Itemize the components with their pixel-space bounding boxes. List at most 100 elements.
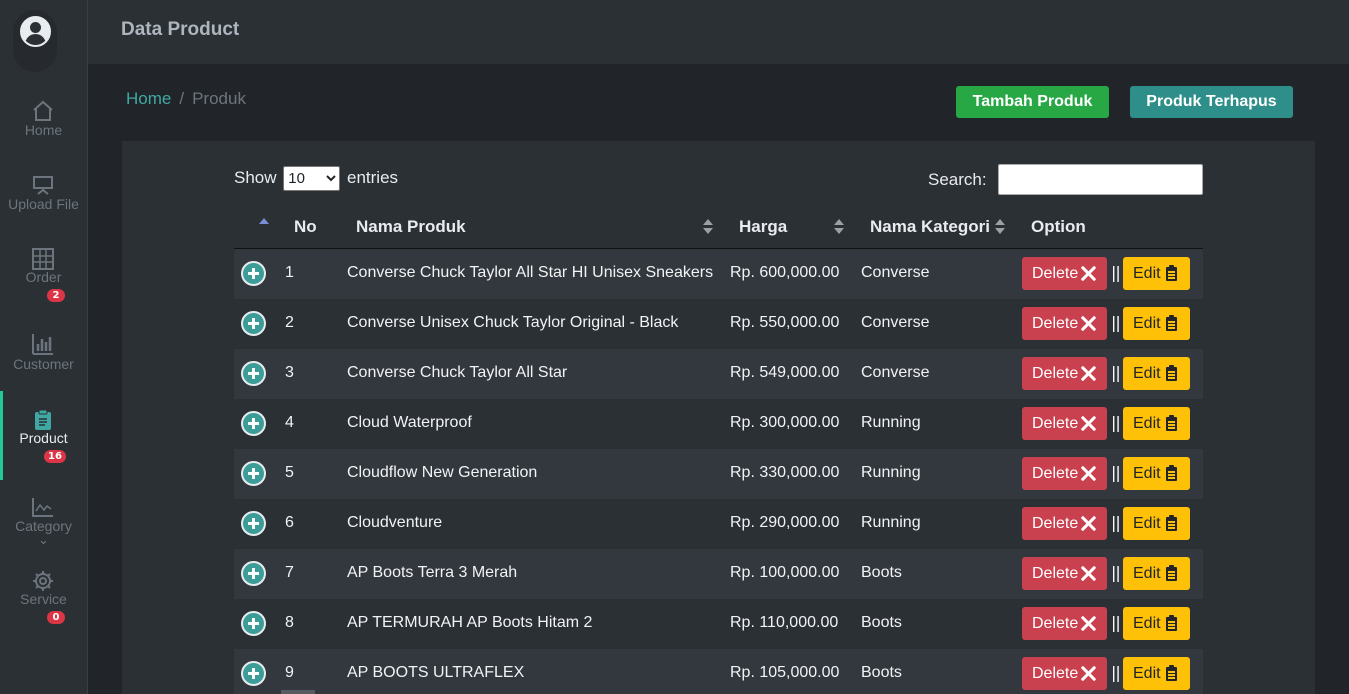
delete-button[interactable]: Delete (1022, 457, 1107, 490)
table-row: 9 AP BOOTS ULTRAFLEX Rp. 105,000.00 Boots De… (234, 649, 1203, 694)
close-icon (1080, 665, 1097, 682)
clipboard-icon (35, 409, 51, 430)
edit-label: Edit (1133, 615, 1161, 632)
cell-price: Rp. 300,000.00 (730, 414, 840, 431)
cell-no: 2 (285, 314, 294, 331)
cell-no: 1 (285, 264, 294, 281)
close-icon (1080, 365, 1097, 382)
cell-no: 7 (285, 564, 294, 581)
edit-button[interactable]: Edit (1123, 657, 1190, 690)
expand-row-icon[interactable] (241, 311, 266, 336)
cell-product-name: Converse Unisex Chuck Taylor Original - … (347, 314, 679, 331)
option-separator: || (1111, 513, 1121, 532)
sidebar-item-product[interactable]: Product 16 (0, 391, 87, 480)
edit-button[interactable]: Edit (1123, 407, 1190, 440)
edit-button[interactable]: Edit (1123, 607, 1190, 640)
expand-row-icon[interactable] (241, 611, 266, 636)
expand-row-icon[interactable] (241, 461, 266, 486)
sort-ascending-icon[interactable] (259, 218, 269, 224)
sidebar-item-home[interactable]: Home (0, 96, 87, 176)
cell-no: 8 (285, 614, 294, 631)
horizontal-scrollbar[interactable] (281, 690, 315, 694)
sort-icon[interactable] (995, 219, 1005, 235)
sort-icon[interactable] (834, 219, 844, 235)
table-row: 1 Converse Chuck Taylor All Star HI Unise… (234, 249, 1203, 299)
avatar[interactable] (20, 16, 51, 47)
delete-button[interactable]: Delete (1022, 657, 1107, 690)
cell-category: Running (861, 514, 921, 531)
expand-row-icon[interactable] (241, 511, 266, 536)
sidebar-item-upload-file[interactable]: Upload File (0, 170, 87, 250)
close-icon (1080, 515, 1097, 532)
gear-icon (33, 571, 53, 591)
delete-button[interactable]: Delete (1022, 407, 1107, 440)
edit-button[interactable]: Edit (1123, 257, 1190, 290)
edit-button[interactable]: Edit (1123, 307, 1190, 340)
table-row: 3 Converse Chuck Taylor All Star Rp. 549,0… (234, 349, 1203, 399)
expand-row-icon[interactable] (241, 661, 266, 686)
deleted-products-button[interactable]: Produk Terhapus (1130, 86, 1293, 118)
column-header-no[interactable]: No (294, 217, 317, 237)
sidebar-item-label: Home (24, 122, 63, 138)
sidebar-item-service[interactable]: Service 0 (0, 568, 87, 648)
clipboard-icon (1166, 465, 1177, 481)
column-header-price[interactable]: Harga (739, 217, 787, 237)
column-header-category[interactable]: Nama Kategori (870, 217, 990, 237)
close-icon (1080, 415, 1097, 432)
cell-no: 4 (285, 414, 294, 431)
option-separator: || (1111, 663, 1121, 682)
delete-button[interactable]: Delete (1022, 357, 1107, 390)
delete-button[interactable]: Delete (1022, 507, 1107, 540)
cell-product-name: AP Boots Terra 3 Merah (347, 564, 518, 581)
cell-price: Rp. 330,000.00 (730, 464, 840, 481)
delete-label: Delete (1032, 515, 1079, 532)
edit-button[interactable]: Edit (1123, 557, 1190, 590)
entries-select[interactable]: 10 (283, 166, 341, 191)
show-entries-control: Show 10 entries (234, 166, 398, 191)
cell-price: Rp. 110,000.00 (730, 614, 839, 631)
edit-label: Edit (1133, 265, 1161, 282)
cell-category: Boots (861, 564, 902, 581)
add-product-button[interactable]: Tambah Produk (956, 86, 1109, 118)
edit-button[interactable]: Edit (1123, 357, 1190, 390)
breadcrumb-current: Produk (192, 89, 246, 108)
page-title: Data Product (121, 19, 240, 40)
cell-product-name: Converse Chuck Taylor All Star (347, 364, 568, 381)
products-table: No Nama Produk Harga Nama Kategori Optio… (234, 207, 1203, 694)
expand-row-icon[interactable] (241, 561, 266, 586)
edit-button[interactable]: Edit (1123, 457, 1190, 490)
table-row: 5 Cloudflow New Generation Rp. 330,000.00 R… (234, 449, 1203, 499)
sidebar-item-order[interactable]: Order 2 (0, 244, 87, 324)
edit-label: Edit (1133, 565, 1161, 582)
chevron-down-icon[interactable]: ⌄ (0, 532, 87, 548)
delete-button[interactable]: Delete (1022, 607, 1107, 640)
expand-row-icon[interactable] (241, 411, 266, 436)
table-header: No Nama Produk Harga Nama Kategori Optio… (234, 207, 1203, 249)
clipboard-icon (1166, 565, 1177, 581)
cell-price: Rp. 290,000.00 (730, 514, 840, 531)
delete-label: Delete (1032, 565, 1079, 582)
expand-row-icon[interactable] (241, 261, 266, 286)
sort-icon[interactable] (703, 219, 713, 235)
edit-label: Edit (1133, 365, 1161, 382)
entries-label: entries (347, 167, 399, 187)
expand-row-icon[interactable] (241, 361, 266, 386)
cell-price: Rp. 600,000.00 (730, 264, 840, 281)
edit-button[interactable]: Edit (1123, 507, 1190, 540)
column-header-name[interactable]: Nama Produk (356, 217, 466, 237)
sidebar-item-category[interactable]: Category ⌄ (0, 494, 87, 574)
cell-category: Converse (861, 364, 930, 381)
order-count-badge: 2 (47, 289, 65, 302)
close-icon (1080, 265, 1097, 282)
search-input[interactable] (998, 164, 1203, 195)
sidebar-item-label: Product (19, 430, 68, 446)
delete-button[interactable]: Delete (1022, 557, 1107, 590)
edit-label: Edit (1133, 465, 1161, 482)
delete-button[interactable]: Delete (1022, 257, 1107, 290)
breadcrumb-home-link[interactable]: Home (126, 89, 171, 108)
cell-category: Running (861, 414, 921, 431)
delete-label: Delete (1032, 315, 1079, 332)
home-icon (33, 100, 53, 121)
clipboard-icon (1166, 665, 1177, 681)
delete-button[interactable]: Delete (1022, 307, 1107, 340)
